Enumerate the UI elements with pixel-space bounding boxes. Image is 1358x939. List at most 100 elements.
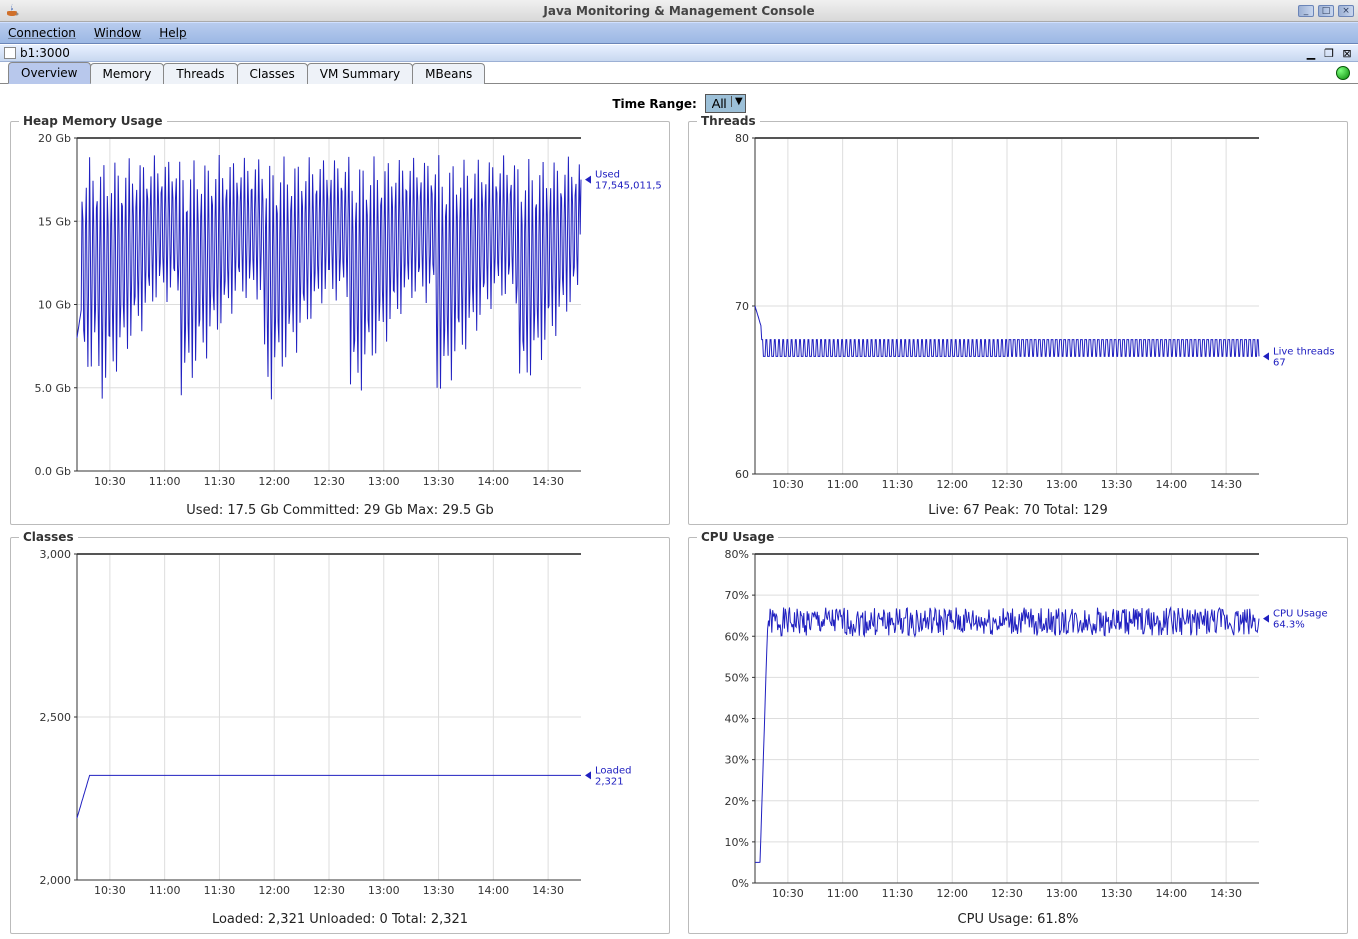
threads-panel: Threads 60708010:3011:0011:3012:0012:301… [688,121,1348,525]
svg-text:0%: 0% [732,877,749,890]
maximize-button[interactable]: □ [1318,5,1334,17]
svg-text:2,000: 2,000 [40,874,72,887]
svg-text:40%: 40% [725,713,749,726]
svg-text:14:00: 14:00 [1155,887,1187,900]
svg-text:2,500: 2,500 [40,711,72,724]
svg-text:11:00: 11:00 [149,475,181,488]
svg-text:14:30: 14:30 [532,884,564,897]
svg-text:11:00: 11:00 [827,478,859,491]
svg-text:13:00: 13:00 [1046,887,1078,900]
svg-text:11:30: 11:30 [204,884,236,897]
svg-text:67: 67 [1273,357,1286,368]
svg-text:14:00: 14:00 [477,475,509,488]
svg-text:80: 80 [735,132,749,145]
svg-text:14:30: 14:30 [1210,887,1242,900]
svg-text:10:30: 10:30 [772,478,804,491]
minimize-button[interactable]: _ [1298,5,1314,17]
svg-text:2,321: 2,321 [595,776,624,787]
menu-connection[interactable]: Connection [8,26,76,40]
overview-content: Time Range: All Heap Memory Usage 0.0 Gb… [0,84,1358,939]
internal-close-button[interactable]: ⊠ [1340,47,1354,59]
window-title: Java Monitoring & Management Console [543,4,814,18]
svg-text:13:30: 13:30 [1101,887,1133,900]
cpu-chart[interactable]: 0%10%20%30%40%50%60%70%80%10:3011:0011:3… [697,548,1339,908]
time-range-select[interactable]: All [705,94,746,113]
cpu-panel-title: CPU Usage [697,530,778,544]
svg-text:Live threads: Live threads [1273,346,1335,357]
tab-bar: Overview Memory Threads Classes VM Summa… [0,62,1358,84]
svg-text:70: 70 [735,300,749,313]
svg-text:12:00: 12:00 [936,478,968,491]
classes-summary: Loaded: 2,321 Unloaded: 0 Total: 2,321 [19,912,661,927]
svg-text:10:30: 10:30 [94,884,126,897]
svg-text:10:30: 10:30 [94,475,126,488]
svg-text:11:30: 11:30 [882,887,914,900]
svg-text:20%: 20% [725,795,749,808]
document-icon [4,47,16,59]
svg-text:80%: 80% [725,548,749,561]
svg-text:50%: 50% [725,671,749,684]
svg-text:Loaded: Loaded [595,765,632,776]
time-range-row: Time Range: All [10,94,1348,113]
svg-text:12:30: 12:30 [313,475,345,488]
internal-restore-button[interactable]: ❐ [1322,47,1336,59]
svg-text:13:00: 13:00 [1046,478,1078,491]
tab-classes[interactable]: Classes [237,63,308,84]
java-coffee-icon [4,3,20,19]
heap-panel: Heap Memory Usage 0.0 Gb5.0 Gb10 Gb15 Gb… [10,121,670,525]
tab-vm-summary[interactable]: VM Summary [307,63,413,84]
svg-text:0.0 Gb: 0.0 Gb [35,465,72,478]
tab-memory[interactable]: Memory [90,63,165,84]
svg-text:11:30: 11:30 [204,475,236,488]
svg-text:13:00: 13:00 [368,475,400,488]
menu-help[interactable]: Help [159,26,186,40]
classes-panel: Classes 2,0002,5003,00010:3011:0011:3012… [10,537,670,934]
heap-panel-title: Heap Memory Usage [19,114,167,128]
svg-text:13:30: 13:30 [1101,478,1133,491]
svg-text:14:30: 14:30 [532,475,564,488]
svg-text:64.3%: 64.3% [1273,620,1305,631]
threads-summary: Live: 67 Peak: 70 Total: 129 [697,503,1339,518]
classes-panel-title: Classes [19,530,78,544]
threads-panel-title: Threads [697,114,760,128]
tab-overview[interactable]: Overview [8,62,91,84]
svg-text:70%: 70% [725,589,749,602]
svg-text:10%: 10% [725,836,749,849]
svg-text:20 Gb: 20 Gb [38,132,71,145]
svg-text:Used: Used [595,170,620,181]
svg-text:CPU Usage: CPU Usage [1273,609,1328,620]
close-button[interactable]: × [1338,5,1354,17]
menu-window[interactable]: Window [94,26,141,40]
svg-text:10:30: 10:30 [772,887,804,900]
heap-chart[interactable]: 0.0 Gb5.0 Gb10 Gb15 Gb20 Gb10:3011:0011:… [19,132,661,499]
svg-text:12:00: 12:00 [936,887,968,900]
internal-frame-titlebar: b1:3000 ▁ ❐ ⊠ [0,44,1358,62]
cpu-summary: CPU Usage: 61.8% [697,912,1339,927]
time-range-label: Time Range: [612,97,697,111]
svg-text:13:30: 13:30 [423,475,455,488]
tab-threads[interactable]: Threads [163,63,237,84]
svg-text:11:30: 11:30 [882,478,914,491]
svg-text:11:00: 11:00 [827,887,859,900]
internal-frame-title: b1:3000 [20,46,70,60]
svg-text:12:30: 12:30 [991,887,1023,900]
svg-text:12:00: 12:00 [258,475,290,488]
heap-summary: Used: 17.5 Gb Committed: 29 Gb Max: 29.5… [19,503,661,518]
svg-text:14:30: 14:30 [1210,478,1242,491]
classes-chart[interactable]: 2,0002,5003,00010:3011:0011:3012:0012:30… [19,548,661,908]
svg-text:12:30: 12:30 [313,884,345,897]
svg-text:11:00: 11:00 [149,884,181,897]
svg-text:14:00: 14:00 [1155,478,1187,491]
svg-text:15 Gb: 15 Gb [38,215,71,228]
svg-text:12:30: 12:30 [991,478,1023,491]
threads-chart[interactable]: 60 70 80 10:30 11:00 11:30 12:00 12:30 13:00 13:3… [697,132,1339,499]
svg-text:5.0 Gb: 5.0 Gb [35,382,72,395]
svg-text:3,000: 3,000 [40,548,72,561]
svg-text:30%: 30% [725,754,749,767]
svg-text:60: 60 [735,468,749,481]
os-titlebar: Java Monitoring & Management Console _ □… [0,0,1358,22]
cpu-panel: CPU Usage 0%10%20%30%40%50%60%70%80%10:3… [688,537,1348,934]
svg-text:14:00: 14:00 [477,884,509,897]
tab-mbeans[interactable]: MBeans [412,63,485,84]
internal-minimize-button[interactable]: ▁ [1304,47,1318,59]
